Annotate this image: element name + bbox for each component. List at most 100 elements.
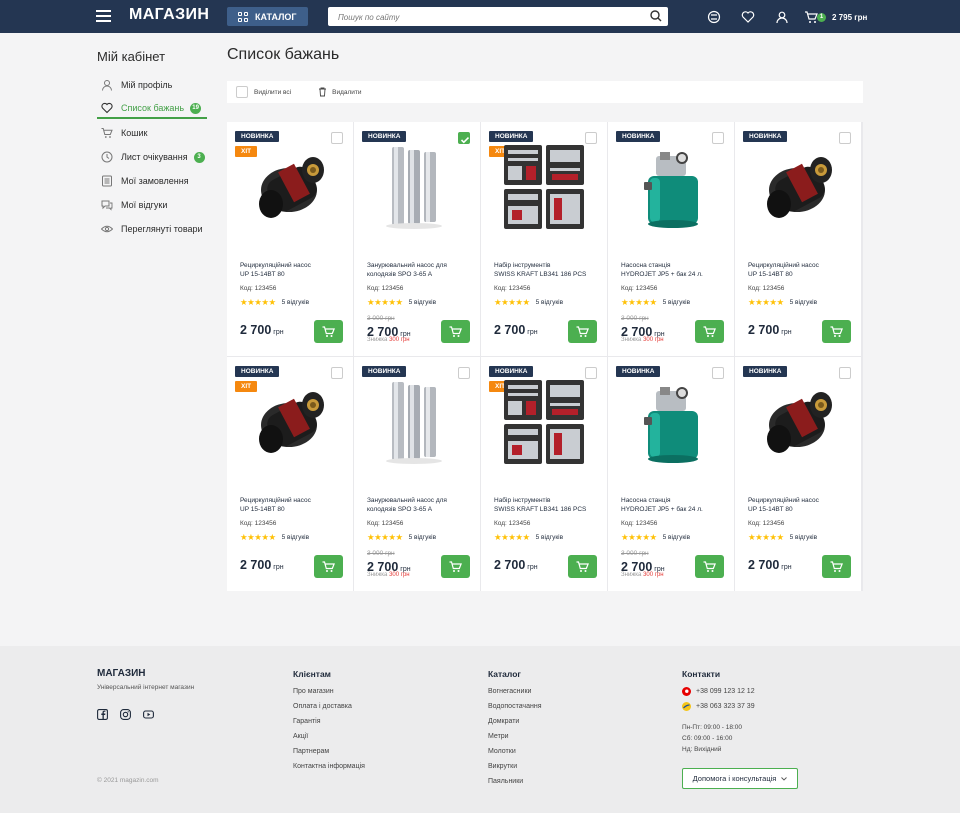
phone-kyivstar[interactable]: +38 063 323 37 39	[682, 702, 755, 711]
product-card[interactable]: НОВИНКА Рециркуляційний насос UP 15-14BT 8…	[735, 357, 861, 591]
add-to-cart-button[interactable]	[441, 320, 470, 343]
product-name[interactable]: Рециркуляційний насос UP 15-14BT 80	[748, 496, 856, 514]
heart-icon[interactable]	[741, 10, 755, 24]
search-icon[interactable]	[650, 10, 662, 22]
product-name[interactable]: Насосна станція HYDROJET JP5 + бак 24 л.	[621, 261, 729, 279]
product-name[interactable]: Занурювальний насос для колодязів SPO 3-6…	[367, 261, 475, 279]
product-image[interactable]	[626, 377, 716, 467]
reviews-link[interactable]: 5 відгуків	[409, 534, 436, 541]
menu-icon[interactable]	[96, 10, 111, 22]
product-image[interactable]	[626, 142, 716, 232]
product-name-line2: UP 15-14BT 80	[748, 506, 793, 513]
sidebar-item-eye[interactable]: Переглянуті товари	[97, 219, 207, 239]
product-name[interactable]: Рециркуляційний насос UP 15-14BT 80	[748, 261, 856, 279]
discount-value: 300 грн	[643, 337, 664, 343]
product-image[interactable]	[372, 142, 462, 232]
reviews-link[interactable]: 5 відгуків	[282, 299, 309, 306]
footer-link[interactable]: Про магазин	[293, 688, 334, 695]
sidebar-item-orders[interactable]: Мої замовлення	[97, 171, 207, 191]
product-image[interactable]	[499, 377, 589, 467]
product-name[interactable]: Рециркуляційний насос UP 15-14BT 80	[240, 496, 348, 514]
reviews-link[interactable]: 5 відгуків	[663, 534, 690, 541]
footer-logo[interactable]: МАГАЗИН	[97, 668, 146, 679]
youtube-icon[interactable]	[143, 709, 154, 720]
sidebar-item-heart[interactable]: Список бажань 19	[97, 99, 207, 119]
reviews-link[interactable]: 5 відгуків	[536, 299, 563, 306]
sidebar-item-reviews[interactable]: Мої відгуки	[97, 195, 207, 215]
product-name[interactable]: Набір інструментів SWISS KRAFT LB341 186 …	[494, 261, 602, 279]
logo[interactable]: МАГАЗИН	[129, 6, 209, 24]
add-to-cart-button[interactable]	[568, 320, 597, 343]
product-card[interactable]: НОВИНКА Рециркуляційний насос UP 15-14BT 8…	[735, 122, 861, 356]
select-all-checkbox[interactable]	[236, 86, 248, 98]
footer-link[interactable]: Домкрати	[488, 718, 519, 725]
user-icon[interactable]	[775, 10, 789, 24]
add-to-cart-button[interactable]	[695, 320, 724, 343]
product-image[interactable]	[753, 377, 843, 467]
add-to-cart-button[interactable]	[568, 555, 597, 578]
product-name[interactable]: Набір інструментів SWISS KRAFT LB341 186 …	[494, 496, 602, 514]
badge-new: НОВИНКА	[743, 131, 788, 142]
product-rating: ★★★★★ 5 відгуків	[621, 297, 690, 308]
add-to-cart-button[interactable]	[314, 555, 343, 578]
footer-link[interactable]: Паяльники	[488, 778, 523, 785]
footer-link[interactable]: Викрутки	[488, 763, 517, 770]
footer-link[interactable]: Молотки	[488, 748, 516, 755]
reviews-link[interactable]: 5 відгуків	[409, 299, 436, 306]
footer-link[interactable]: Гарантія	[293, 718, 321, 725]
product-image[interactable]	[372, 377, 462, 467]
footer-link[interactable]: Метри	[488, 733, 509, 740]
product-card[interactable]: НОВИНКА ХІТ Рециркуляційний насос UP 15-14B…	[227, 122, 353, 356]
product-card[interactable]: НОВИНКА ХІТ Набір інструментів SWISS KRAFT …	[481, 122, 607, 356]
footer-link[interactable]: Вогнегасники	[488, 688, 531, 695]
footer-link[interactable]: Акції	[293, 733, 308, 740]
product-name[interactable]: Насосна станція HYDROJET JP5 + бак 24 л.	[621, 496, 729, 514]
product-card[interactable]: НОВИНКА Насосна станція HYDROJET JP5 + бак…	[608, 357, 734, 591]
footer-link[interactable]: Контактна інформація	[293, 763, 365, 770]
compare-icon[interactable]	[707, 10, 721, 24]
add-to-cart-button[interactable]	[314, 320, 343, 343]
footer-link[interactable]: Партнерам	[293, 748, 329, 755]
product-image[interactable]	[245, 377, 335, 467]
catalog-label: КАТАЛОГ	[255, 11, 297, 22]
add-to-cart-button[interactable]	[695, 555, 724, 578]
help-button[interactable]: Допомога і консультація	[682, 768, 798, 789]
product-name[interactable]: Рециркуляційний насос UP 15-14BT 80	[240, 261, 348, 279]
product-code: Код: 123456	[621, 285, 658, 292]
sidebar-item-user[interactable]: Мій профіль	[97, 75, 207, 95]
select-all-label[interactable]: Виділити всі	[254, 89, 291, 96]
instagram-icon[interactable]	[120, 709, 131, 720]
facebook-icon[interactable]	[97, 709, 108, 720]
reviews-link[interactable]: 5 відгуків	[790, 299, 817, 306]
sidebar-item-cart[interactable]: Кошик	[97, 123, 207, 143]
product-image[interactable]	[245, 142, 335, 232]
reviews-link[interactable]: 5 відгуків	[536, 534, 563, 541]
footer-link[interactable]: Водопостачання	[488, 703, 542, 710]
phone-vodafone[interactable]: +38 099 123 12 12	[682, 687, 755, 696]
product-name-line2: UP 15-14BT 80	[240, 506, 285, 513]
product-card[interactable]: НОВИНКА ХІТ Рециркуляційний насос UP 15-14B…	[227, 357, 353, 591]
product-image[interactable]	[753, 142, 843, 232]
add-to-cart-button[interactable]	[822, 555, 851, 578]
delete-button[interactable]: Видалити	[318, 87, 362, 97]
cart-icon[interactable]	[804, 10, 818, 24]
product-card[interactable]: НОВИНКА Занурювальний насос для колодязів …	[354, 357, 480, 591]
product-name-line1: Рециркуляційний насос	[748, 497, 819, 504]
footer-link[interactable]: Оплата і доставка	[293, 703, 352, 710]
search-input[interactable]	[328, 8, 628, 27]
product-card[interactable]: НОВИНКА Занурювальний насос для колодязів …	[354, 122, 480, 356]
reviews-link[interactable]: 5 відгуків	[282, 534, 309, 541]
product-card[interactable]: НОВИНКА Насосна станція HYDROJET JP5 + бак…	[608, 122, 734, 356]
catalog-button[interactable]: КАТАЛОГ	[227, 7, 308, 26]
add-to-cart-button[interactable]	[822, 320, 851, 343]
product-image[interactable]	[499, 142, 589, 232]
reviews-link[interactable]: 5 відгуків	[790, 534, 817, 541]
sidebar-item-clock[interactable]: Лист очікування 3	[97, 147, 207, 167]
cart-total[interactable]: 2 795 грн	[832, 13, 867, 22]
add-to-cart-button[interactable]	[441, 555, 470, 578]
catalog-title: Каталог	[488, 669, 521, 679]
product-name[interactable]: Занурювальний насос для колодязів SPO 3-6…	[367, 496, 475, 514]
reviews-icon	[97, 199, 117, 211]
reviews-link[interactable]: 5 відгуків	[663, 299, 690, 306]
product-card[interactable]: НОВИНКА ХІТ Набір інструментів SWISS KRAFT …	[481, 357, 607, 591]
